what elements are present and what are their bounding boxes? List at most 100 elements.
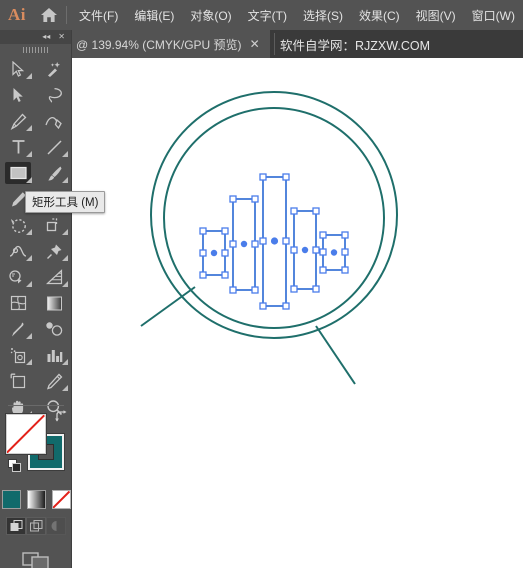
none-slash-icon [53, 491, 70, 508]
perspective-grid-tool[interactable] [36, 264, 72, 290]
menu-object[interactable]: 对象(O) [182, 4, 239, 27]
mesh-icon [5, 292, 31, 314]
flyout-indicator-icon [26, 177, 32, 183]
menu-divider [66, 6, 68, 24]
document-tab-active[interactable]: @ 139.94% (CMYK/GPU 预览) ✕ [70, 30, 270, 58]
line-segment-tool[interactable] [36, 134, 72, 160]
none-slash-icon [7, 415, 45, 453]
flyout-indicator-icon [62, 359, 68, 365]
document-tab-label: @ 139.94% (CMYK/GPU 预览) [76, 37, 242, 52]
curvature-tool[interactable] [36, 108, 72, 134]
bar-3[interactable] [259, 173, 290, 310]
draw-normal-button[interactable] [6, 517, 26, 535]
menu-view[interactable]: 视图(V) [408, 4, 464, 27]
blend-tool[interactable] [36, 316, 72, 342]
flyout-indicator-icon [26, 73, 32, 79]
bar-1[interactable] [199, 227, 229, 279]
eyedropper-tool[interactable] [0, 316, 36, 342]
flyout-indicator-icon [62, 151, 68, 157]
draw-behind-button[interactable] [26, 517, 46, 535]
bar-5[interactable] [319, 231, 349, 274]
outer-circle [150, 91, 398, 339]
draw-inside-button[interactable] [46, 517, 66, 535]
slice-tool[interactable] [36, 368, 72, 394]
flyout-indicator-icon [26, 151, 32, 157]
lasso-tool[interactable] [36, 82, 72, 108]
tools-panel-header: ◂◂ ✕ [0, 30, 71, 44]
panel-drag-handle[interactable] [0, 44, 71, 56]
paintbrush-tool[interactable] [36, 160, 72, 186]
menu-window[interactable]: 窗口(W) [464, 4, 523, 27]
flyout-indicator-icon [62, 385, 68, 391]
panel-divider [8, 405, 64, 406]
gradient-icon [41, 292, 67, 314]
diagonal-line-right [315, 325, 356, 385]
artboard-icon [5, 370, 31, 392]
watermark-text: 软件自学网：RJZXW.COM [280, 38, 430, 53]
document-tab-bar: @ 139.94% (CMYK/GPU 预览) ✕ 软件自学网：RJZXW.CO… [0, 30, 523, 58]
width-tool[interactable] [0, 238, 36, 264]
close-panel-icon[interactable]: ✕ [58, 33, 65, 41]
collapse-icon[interactable]: ◂◂ [42, 33, 50, 41]
illustrator-window: Ai 文件(F) 编辑(E) 对象(O) 文字(T) 选择(S) 效果(C) 视… [0, 0, 523, 568]
inner-circle [163, 107, 385, 329]
bar-4[interactable] [290, 207, 320, 293]
shape-builder-tool[interactable] [0, 264, 36, 290]
color-mode-swatches [0, 490, 72, 509]
tool-grid [0, 56, 71, 420]
column-graph-tool[interactable] [36, 342, 72, 368]
bar-2[interactable] [229, 195, 259, 294]
gradient-tool[interactable] [36, 290, 72, 316]
fill-swatch[interactable] [5, 413, 47, 455]
direct-selection-tool[interactable] [0, 82, 36, 108]
menu-effect[interactable]: 效果(C) [351, 4, 408, 27]
flyout-indicator-icon [26, 359, 32, 365]
menu-item-list: 文件(F) 编辑(E) 对象(O) 文字(T) 选择(S) 效果(C) 视图(V… [71, 4, 523, 27]
tool-tooltip: 矩形工具 (M) [25, 191, 106, 213]
menu-file[interactable]: 文件(F) [71, 4, 126, 27]
pen-tool[interactable] [0, 108, 36, 134]
artwork-svg [140, 91, 398, 385]
mesh-tool[interactable] [0, 290, 36, 316]
diagonal-line-left [140, 286, 196, 327]
magic-wand-tool[interactable] [36, 56, 72, 82]
swap-fill-stroke-icon[interactable] [54, 410, 68, 429]
default-fill-stroke-icon[interactable] [8, 459, 22, 478]
grip-lines-icon [22, 47, 49, 53]
flyout-indicator-icon [26, 229, 32, 235]
scale-tool[interactable] [36, 212, 72, 238]
type-tool[interactable] [0, 134, 36, 160]
menu-edit[interactable]: 编辑(E) [126, 4, 182, 27]
flyout-indicator-icon [26, 281, 32, 287]
rotate-tool[interactable] [0, 212, 36, 238]
symbol-sprayer-tool[interactable] [0, 342, 36, 368]
blend-icon [41, 318, 67, 340]
selection-tool[interactable] [0, 56, 36, 82]
flyout-indicator-icon [62, 281, 68, 287]
fill-stroke-control [5, 410, 67, 478]
app-logo: Ai [7, 5, 26, 24]
drawing-modes [0, 517, 72, 535]
home-icon[interactable] [34, 0, 64, 30]
artboard-canvas[interactable] [72, 58, 523, 568]
screen-mode-button[interactable] [0, 549, 72, 568]
tabbar-divider [274, 33, 275, 55]
curvature-pen-icon [41, 110, 67, 132]
gradient-swatch-button[interactable] [26, 490, 46, 509]
artboard-tool[interactable] [0, 368, 36, 394]
flyout-indicator-icon [26, 255, 32, 261]
menu-select[interactable]: 选择(S) [295, 4, 351, 27]
none-swatch-button[interactable] [51, 490, 71, 509]
color-swatch-button[interactable] [1, 490, 21, 509]
flyout-indicator-icon [26, 125, 32, 131]
color-controls: ••• [0, 405, 72, 568]
selected-shapes [199, 173, 349, 310]
direct-selection-arrow-icon [5, 84, 31, 106]
flyout-indicator-icon [62, 255, 68, 261]
flyout-indicator-icon [62, 177, 68, 183]
rectangle-tool[interactable] [0, 160, 36, 186]
close-icon[interactable]: ✕ [248, 38, 262, 50]
menu-type[interactable]: 文字(T) [240, 4, 295, 27]
free-transform-tool[interactable] [36, 238, 72, 264]
tools-panel: ◂◂ ✕ [0, 30, 72, 568]
